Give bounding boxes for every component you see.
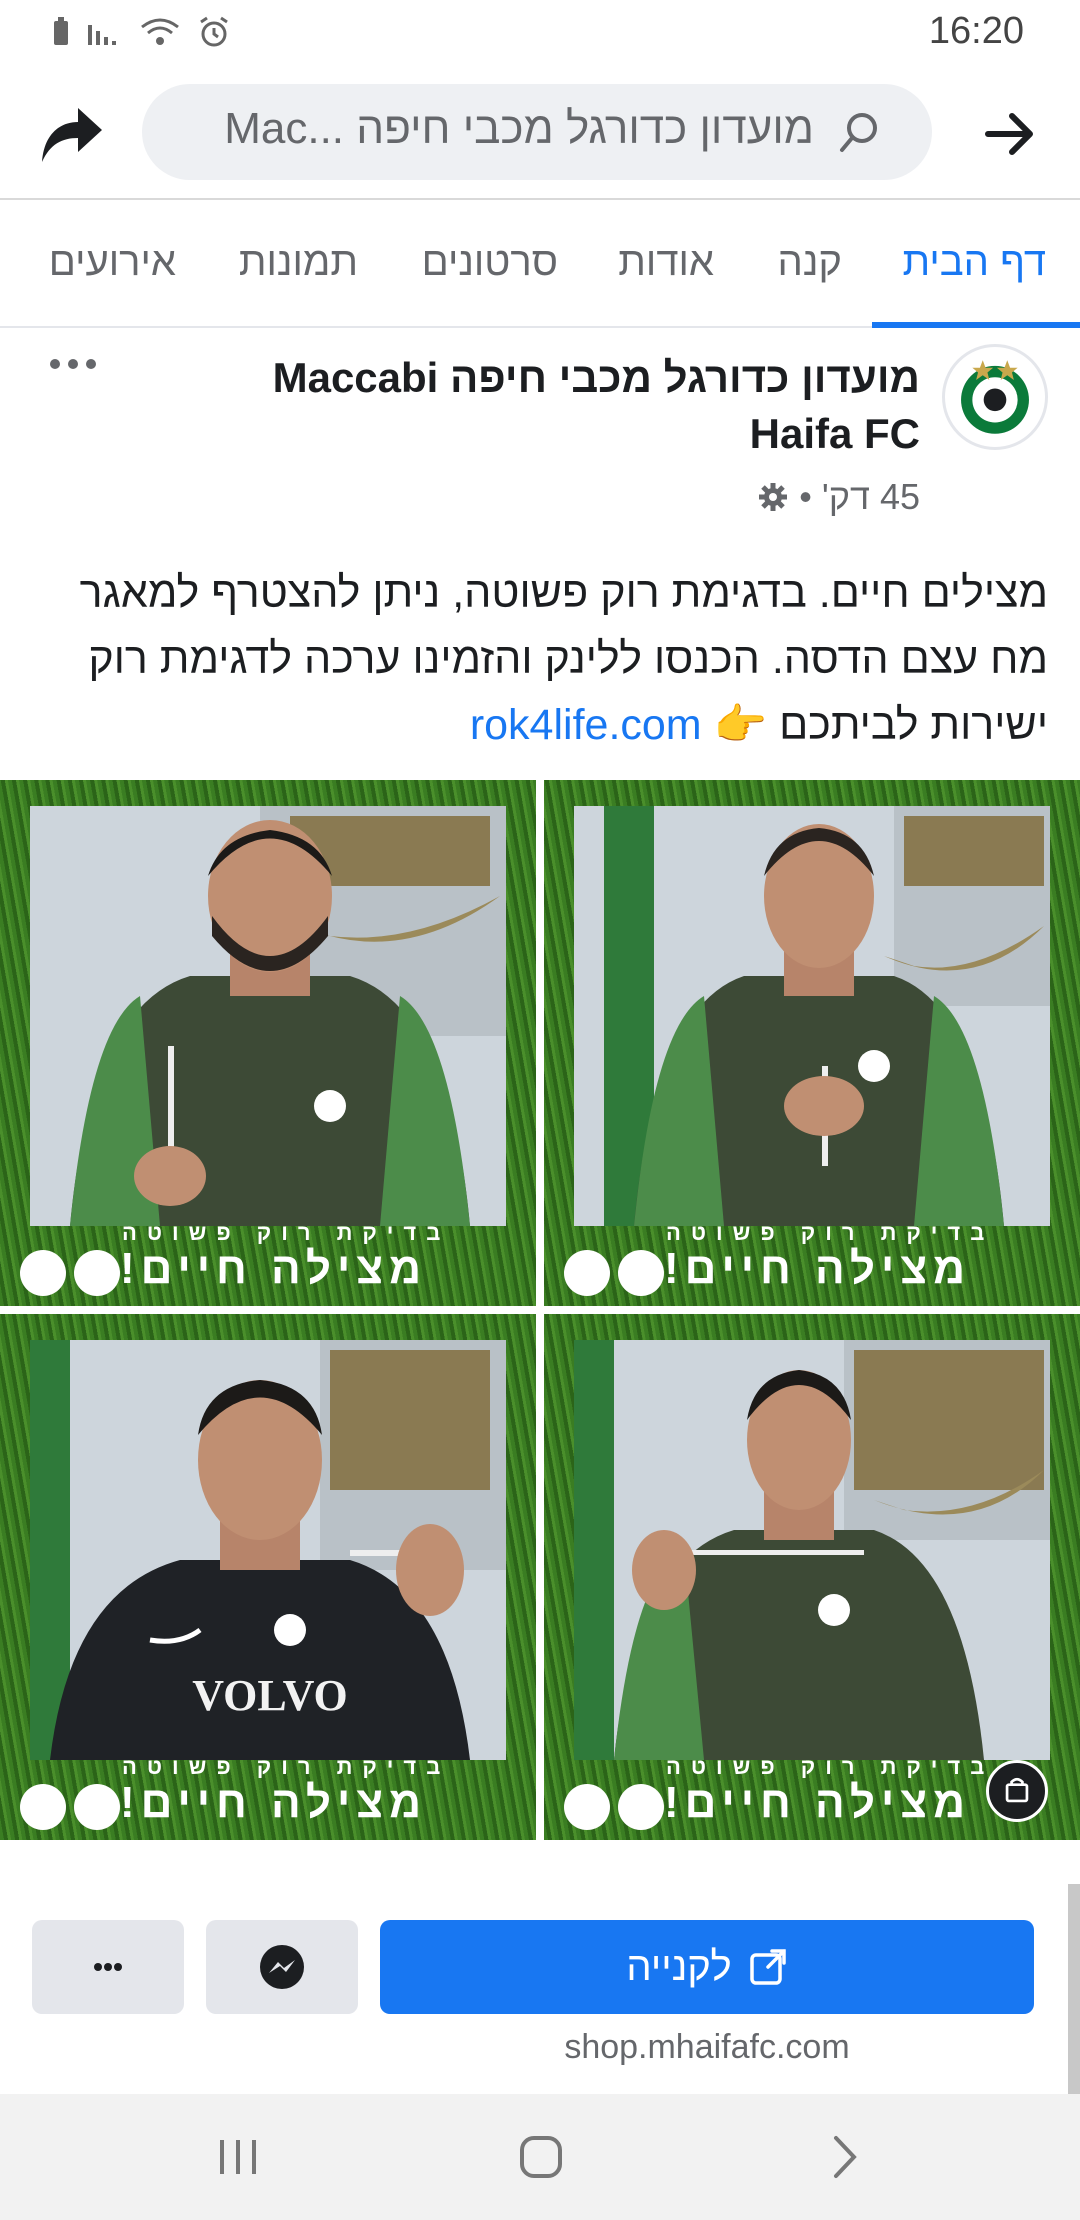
- messenger-button[interactable]: [206, 1920, 358, 2014]
- jersey-sponsor: VOLVO: [192, 1671, 348, 1720]
- wifi-icon: [141, 18, 179, 45]
- messenger-icon: [260, 1945, 304, 1989]
- post-image-1[interactable]: בדיקת רוק פשוטה מצילה חיים!: [0, 780, 536, 1306]
- caption-big: מצילה חיים!: [664, 1778, 972, 1827]
- meta-separator: •: [799, 476, 812, 517]
- hadassah-logo-icon: [618, 1250, 664, 1296]
- shop-url[interactable]: shop.mhaifafc.com: [380, 2028, 1034, 2067]
- caption-big: מצילה חיים!: [120, 1244, 428, 1293]
- post-meta: 45 דק' •: [757, 476, 920, 518]
- tab-photos[interactable]: תמונות: [239, 240, 358, 285]
- club-logo-icon: [20, 1784, 66, 1830]
- tab-home[interactable]: דף הבית: [902, 240, 1046, 285]
- post-link[interactable]: rok4life.com: [470, 701, 702, 749]
- club-logo-icon: [564, 1784, 610, 1830]
- tab-about[interactable]: אודות: [618, 240, 714, 285]
- top-bar: מועדון כדורגל מכבי חיפה ...Mac: [0, 64, 1080, 200]
- status-icons: [52, 16, 230, 48]
- pointing-hand-emoji: 👉: [713, 701, 768, 749]
- page-name[interactable]: מועדון כדורגל מכבי חיפה Maccabi Haifa FC: [160, 350, 920, 462]
- hadassah-logo-icon: [74, 1784, 120, 1830]
- post-text: מצילים חיים. בדגימת רוק פשוטה, ניתן להצט…: [48, 560, 1048, 758]
- more-button[interactable]: [32, 1920, 184, 2014]
- back-chevron-icon[interactable]: [820, 2132, 870, 2182]
- home-icon[interactable]: [516, 2132, 566, 2182]
- action-bar: לקנייה shop.mhaifafc.com: [0, 1858, 1080, 2092]
- back-arrow-icon[interactable]: [984, 108, 1036, 160]
- status-bar: 16:20: [0, 0, 1080, 64]
- caption-small: בדיקת רוק פשוטה: [122, 1754, 451, 1779]
- recent-apps-icon[interactable]: [214, 2132, 264, 2182]
- search-input[interactable]: מועדון כדורגל מכבי חיפה ...Mac: [142, 84, 932, 180]
- post-image-2[interactable]: בדיקת רוק פשוטה מצילה חיים!: [544, 780, 1080, 1306]
- player-photo: VOLVO: [30, 1340, 506, 1760]
- shopping-bag-icon[interactable]: [986, 1760, 1048, 1822]
- image-grid: בדיקת רוק פשוטה מצילה חיים! בדיקת רוק פש…: [0, 780, 1080, 1856]
- club-logo-icon: [564, 1250, 610, 1296]
- tab-shop[interactable]: קנה: [777, 240, 842, 285]
- share-arrow-icon[interactable]: [36, 98, 106, 168]
- alarm-icon: [200, 16, 228, 47]
- tab-videos[interactable]: סרטונים: [422, 240, 558, 285]
- active-tab-indicator: [872, 322, 1080, 328]
- tab-events[interactable]: אירועים: [49, 240, 176, 285]
- caption-small: בדיקת רוק פשוטה: [122, 1220, 451, 1245]
- club-logo-icon: [20, 1250, 66, 1296]
- system-nav-bar: [0, 2094, 1080, 2220]
- status-time: 16:20: [928, 10, 1024, 52]
- player-photo: [574, 806, 1050, 1226]
- caption-big: מצילה חיים!: [120, 1778, 428, 1827]
- avatar[interactable]: [942, 344, 1048, 450]
- external-link-icon: [749, 1949, 786, 1985]
- caption-small: בדיקת רוק פשוטה: [666, 1220, 995, 1245]
- post-time: 45 דק': [821, 476, 920, 517]
- scrollbar[interactable]: [1068, 1884, 1080, 2094]
- page-tabs: דף הבית קנה אודות סרטונים תמונות אירועים: [0, 200, 1080, 328]
- more-dots-icon: [94, 1963, 122, 1971]
- battery-icon: [54, 17, 68, 45]
- player-photo: [574, 1340, 1050, 1760]
- caption-small: בדיקת רוק פשוטה: [666, 1754, 995, 1779]
- gear-icon: [759, 483, 788, 511]
- post-header: מועדון כדורגל מכבי חיפה Maccabi Haifa FC…: [0, 330, 1080, 530]
- player-photo: [30, 806, 506, 1226]
- caption-big: מצילה חיים!: [664, 1244, 972, 1293]
- hadassah-logo-icon: [618, 1784, 664, 1830]
- search-query: מועדון כדורגל מכבי חיפה ...Mac: [224, 104, 814, 153]
- more-options-icon[interactable]: [48, 354, 98, 374]
- post-image-4[interactable]: בדיקת רוק פשוטה מצילה חיים!: [544, 1314, 1080, 1840]
- hadassah-logo-icon: [74, 1250, 120, 1296]
- search-icon: [840, 113, 877, 152]
- signal-icon: [88, 25, 116, 45]
- buy-button[interactable]: לקנייה: [380, 1920, 1034, 2014]
- post-image-3[interactable]: VOLVO בדיקת רוק פשוטה מצילה חיים!: [0, 1314, 536, 1840]
- buy-label: לקנייה: [626, 1944, 732, 1989]
